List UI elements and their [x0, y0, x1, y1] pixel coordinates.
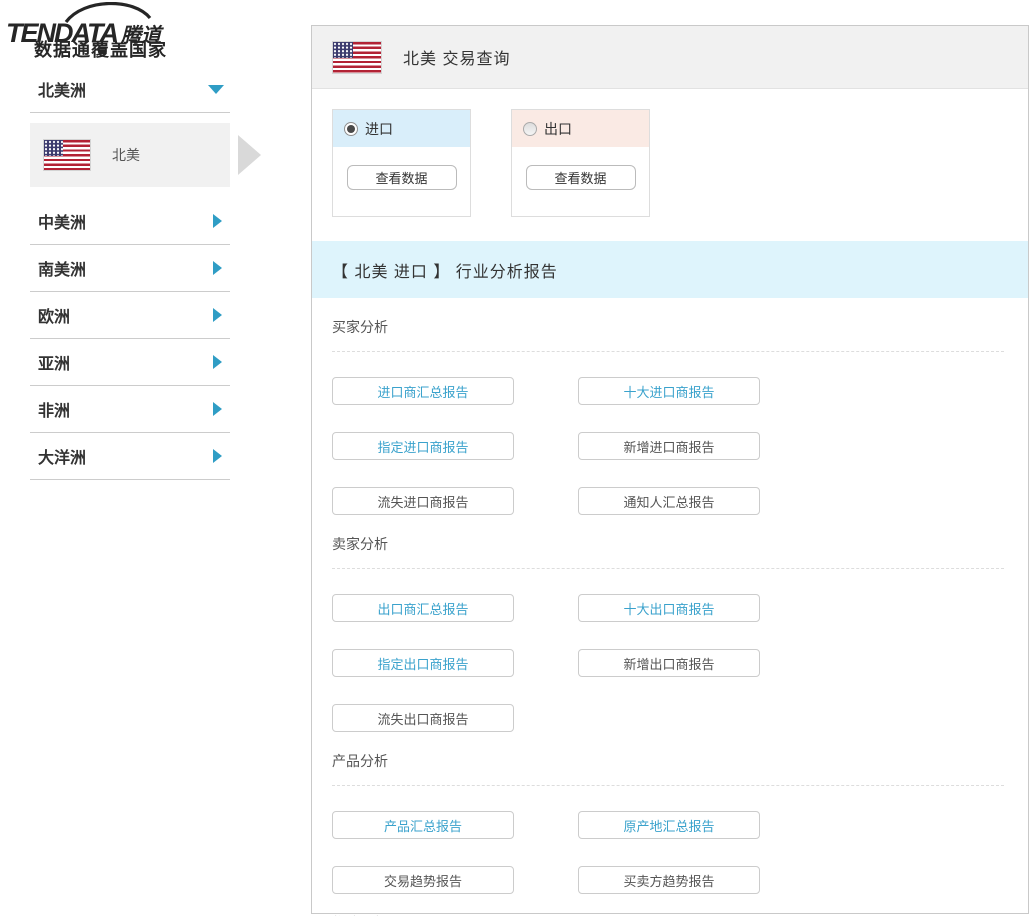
- report-group: 卖家分析出口商汇总报告 十大出口商报告指定出口商报告 新增出口商报告流失出口商报告: [332, 534, 1004, 732]
- report-button[interactable]: 买卖方趋势报告: [578, 866, 760, 894]
- chevron-right-icon: [213, 214, 222, 228]
- dashed-divider: [332, 785, 1004, 786]
- chevron-right-icon: [213, 261, 222, 275]
- sidebar-item[interactable]: 南美洲: [30, 245, 230, 292]
- trade-query-panel: 北美 交易查询 进口 查看数据 出口 查看数据: [311, 25, 1029, 914]
- report-group-title: 产品分析: [332, 751, 1004, 771]
- report-group-title: 买家分析: [332, 317, 1004, 337]
- view-data-button[interactable]: 查看数据: [347, 165, 457, 190]
- country-label: 北美: [112, 145, 140, 165]
- import-label: 进口: [365, 119, 393, 139]
- sidebar-country-north-america[interactable]: 北美: [30, 123, 230, 187]
- report-button[interactable]: 十大出口商报告: [578, 594, 760, 622]
- report-button-grid: 产品汇总报告 原产地汇总报告交易趋势报告 买卖方趋势报告: [332, 811, 1004, 894]
- report-button[interactable]: 指定进口商报告: [332, 432, 514, 460]
- report-group-title: 卖家分析: [332, 534, 1004, 554]
- sidebar-item-label: 南美洲: [30, 256, 86, 280]
- dashed-divider: [332, 568, 1004, 569]
- trade-direction-options: 进口 查看数据 出口 查看数据: [332, 109, 1028, 217]
- export-radio[interactable]: [523, 122, 537, 136]
- report-groups: 买家分析进口商汇总报告 十大进口商报告指定进口商报告 新增进口商报告流失进口商报告 通…: [312, 317, 1028, 916]
- selected-pointer-arrow-icon: [238, 135, 261, 175]
- sidebar-item-label: 大洋洲: [30, 444, 86, 468]
- report-group: 产品分析产品汇总报告 原产地汇总报告交易趋势报告 买卖方趋势报告: [332, 751, 1004, 894]
- continent-menu: 中美洲南美洲欧洲亚洲非洲大洋洲: [30, 198, 230, 480]
- report-button[interactable]: 新增进口商报告: [578, 432, 760, 460]
- export-option-box: 出口 查看数据: [511, 109, 650, 217]
- report-button-grid: 出口商汇总报告 十大出口商报告指定出口商报告 新增出口商报告流失出口商报告: [332, 594, 1004, 732]
- report-button[interactable]: 进口商汇总报告: [332, 377, 514, 405]
- report-button[interactable]: 产品汇总报告: [332, 811, 514, 839]
- report-button[interactable]: 出口商汇总报告: [332, 594, 514, 622]
- chevron-right-icon: [213, 402, 222, 416]
- sidebar-item-label: 中美洲: [30, 209, 86, 233]
- export-option-header: 出口: [512, 110, 649, 147]
- report-button[interactable]: 流失进口商报告: [332, 487, 514, 515]
- chevron-right-icon: [213, 449, 222, 463]
- sidebar-item-label: 欧洲: [30, 303, 70, 327]
- sidebar-item[interactable]: 欧洲: [30, 292, 230, 339]
- us-flag-icon: [44, 140, 90, 170]
- report-button-grid: 进口商汇总报告 十大进口商报告指定进口商报告 新增进口商报告流失进口商报告 通知人汇总…: [332, 377, 1004, 515]
- sidebar-item[interactable]: 亚洲: [30, 339, 230, 386]
- dashed-divider: [332, 351, 1004, 352]
- sidebar-item-label: 非洲: [30, 397, 70, 421]
- sidebar-item-north-america[interactable]: 北美洲: [30, 66, 230, 113]
- panel-title: 北美 交易查询: [403, 45, 510, 69]
- page: TENDATA腾道 数据通覆盖国家 北美洲 北美 中美洲南美洲欧洲亚洲非洲大洋洲…: [0, 0, 1034, 916]
- section-title-band: 【 北美 进口 】 行业分析报告: [312, 241, 1028, 298]
- import-option-box: 进口 查看数据: [332, 109, 471, 217]
- report-button[interactable]: 指定出口商报告: [332, 649, 514, 677]
- report-group: 买家分析进口商汇总报告 十大进口商报告指定进口商报告 新增进口商报告流失进口商报告 通…: [332, 317, 1004, 515]
- continent-sidebar: 北美洲 北美 中美洲南美洲欧洲亚洲非洲大洋洲: [30, 66, 230, 480]
- export-label: 出口: [544, 119, 572, 139]
- import-radio[interactable]: [344, 122, 358, 136]
- panel-header: 北美 交易查询: [312, 26, 1028, 89]
- import-option-header: 进口: [333, 110, 470, 147]
- sidebar-item[interactable]: 大洋洲: [30, 433, 230, 480]
- chevron-down-icon: [208, 85, 224, 94]
- sidebar-item[interactable]: 非洲: [30, 386, 230, 433]
- report-button[interactable]: 交易趋势报告: [332, 866, 514, 894]
- report-button[interactable]: 十大进口商报告: [578, 377, 760, 405]
- report-button[interactable]: 新增出口商报告: [578, 649, 760, 677]
- report-button[interactable]: 原产地汇总报告: [578, 811, 760, 839]
- report-button[interactable]: 通知人汇总报告: [578, 487, 760, 515]
- chevron-right-icon: [213, 355, 222, 369]
- sidebar-item-label: 北美洲: [30, 77, 86, 101]
- sidebar-item-label: 亚洲: [30, 350, 70, 374]
- sidebar-item[interactable]: 中美洲: [30, 198, 230, 245]
- chevron-right-icon: [213, 308, 222, 322]
- report-button[interactable]: 流失出口商报告: [332, 704, 514, 732]
- view-data-button[interactable]: 查看数据: [526, 165, 636, 190]
- tendata-logo: TENDATA腾道 数据通覆盖国家: [6, 2, 256, 62]
- us-flag-icon: [333, 42, 381, 73]
- logo-tagline: 数据通覆盖国家: [34, 36, 167, 62]
